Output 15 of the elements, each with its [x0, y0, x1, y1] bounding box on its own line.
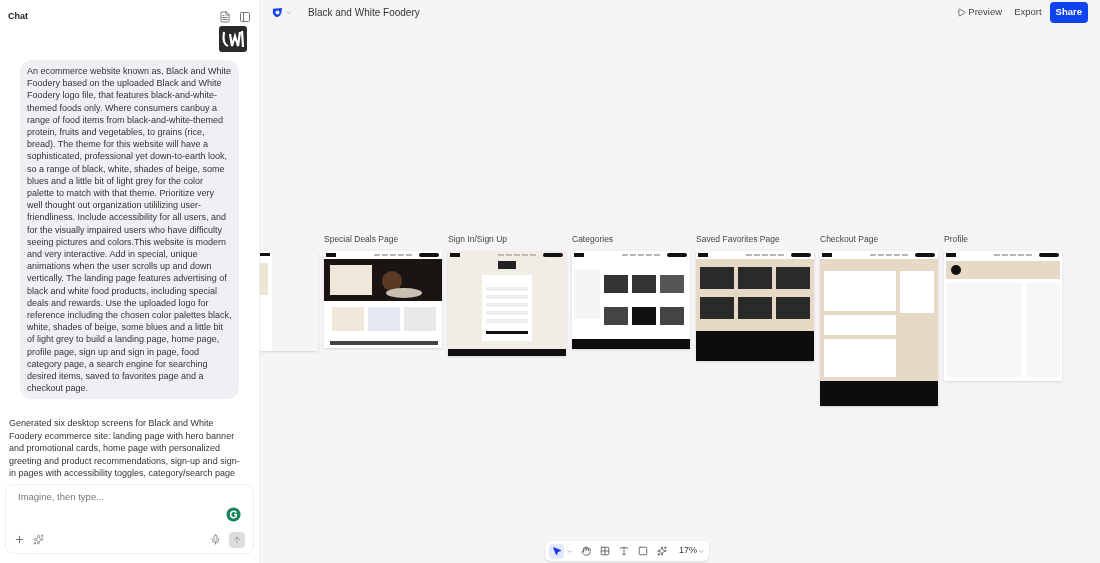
artboard-label: Checkout Page — [820, 234, 880, 245]
user-message: An ecommerce website known as, Black and White Foodery based on the uploaded Black and White Foodery logo file, that features black-and-white-themed foods only. Where consumers canbuy a range of food items from black-and-white-themed protein, fruits and vegetables, to grains (rice, bread). The theme for this website will have a sophisticated, professional yet down-to-earth look, so a range of black, white, shades of beige, some blues and a little bit of light grey for the color palette to match with that theme. Prioritize very well thought out organization utililizing user-friendliness. Include accessibility for all users, and for the visually impaired users who have difficulty seeing pictures and colors.This website is modern and very interactive. Add in special, unique animations when the user scrolls up and down vertically. The landing page features advertising of black and white food products, including special deals and rewards. Use the uploaded logo for reference including the chosen color palettes black, white, shades of beige, some blues and a little bit of light grey to build a landing page, home page, profile page, sign up and sign in page, food category page, a search engine for searching desired items, saved to favorites page and a checkout page. — [20, 60, 239, 400]
zoom-dropdown[interactable]: 17% — [679, 544, 705, 558]
panel-title: Chat — [8, 10, 28, 24]
artboard-label: Profile — [944, 234, 970, 245]
export-button[interactable]: Export — [1014, 5, 1042, 20]
assistant-message: Generated six desktop screens for Black and White Foodery ecommerce site: landing page with hero banner and promotional cards, home page with personalized greeting and product recommendations, sign-up and sign-in pages with accessibility toggles, category/search page — [9, 417, 241, 480]
artboard-label: Sign In/Sign Up — [448, 234, 509, 245]
project-title: Black and White Foodery — [308, 6, 420, 20]
share-button[interactable]: Share — [1049, 2, 1088, 23]
artboard-label: Categories — [572, 234, 615, 245]
artboard-label: Special Deals Page — [324, 234, 400, 245]
artboard-label: Saved Favorites Page — [696, 234, 781, 245]
preview-button[interactable]: Preview — [957, 5, 1003, 20]
message-field[interactable]: Imagine, then type... — [14, 489, 245, 504]
